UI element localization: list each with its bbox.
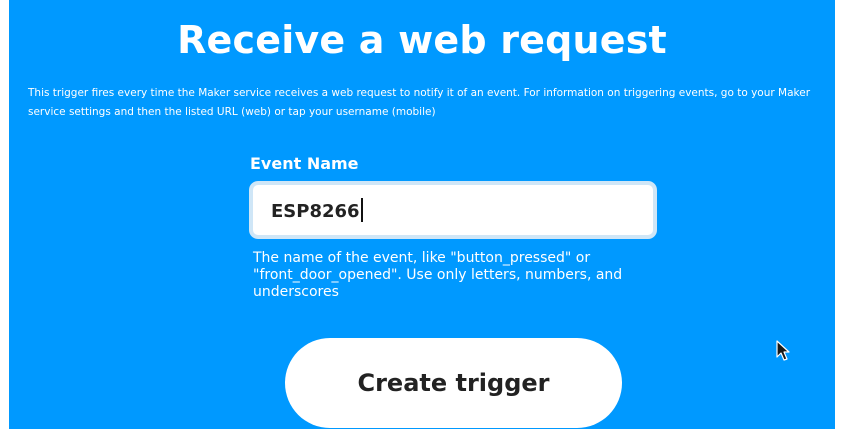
trigger-config-panel: Receive a web request This trigger fires… (9, 0, 835, 429)
text-caret (360, 198, 363, 222)
event-name-label: Event Name (250, 154, 359, 173)
event-name-input-value[interactable]: ESP8266 (271, 198, 363, 225)
trigger-description: This trigger fires every time the Maker … (28, 87, 811, 118)
event-name-input[interactable]: ESP8266 (249, 181, 657, 239)
page-title: Receive a web request (177, 18, 667, 62)
create-trigger-button[interactable]: Create trigger (285, 338, 622, 428)
mouse-pointer-icon (776, 340, 790, 361)
event-name-value-text: ESP8266 (271, 201, 360, 222)
event-name-helper-text: The name of the event, like "button_pres… (253, 250, 623, 300)
